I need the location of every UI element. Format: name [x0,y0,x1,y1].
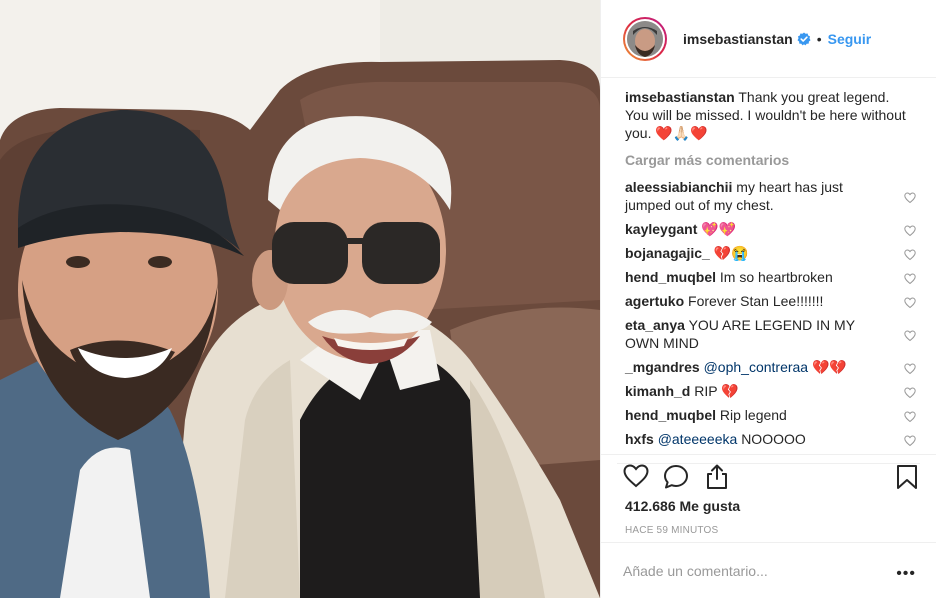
comment-username[interactable]: hend_muqbel [625,269,716,285]
comment-text: 💖💖 [701,221,737,237]
post-caption: imsebastianstan Thank you great legend. … [625,88,907,142]
comment-username[interactable]: kimanh_d [625,383,690,399]
comment-text: RIP 💔 [694,383,739,399]
comment-text: Im so heartbroken [719,269,833,285]
comment-body: hend_muqbel Rip legend [625,406,887,424]
comment-row: kayleygant 💖💖 [625,220,916,238]
load-more-comments-button[interactable]: Cargar más comentarios [625,152,916,168]
comment-body: hend_muqbel Im so heartbroken [625,268,887,286]
comment-body: _mgandres @oph_contreraa 💔💔 [625,358,887,376]
comment-username[interactable]: agertuko [625,293,684,309]
comment-like-heart-icon[interactable] [904,223,916,237]
avatar[interactable] [627,20,663,57]
comment-body: hxfs @ateeeeeka NOOOOO [625,430,887,448]
post-side-panel: imsebastianstan • Seguir imsebastianstan… [600,0,936,598]
comment-like-heart-icon[interactable] [904,271,916,285]
comment-body: aleessiabianchii my heart has just jumpe… [625,178,887,214]
comment-row: hxfs @ateeeeeka NOOOOO [625,430,916,448]
post-photo[interactable] [0,0,600,598]
comment-like-heart-icon[interactable] [904,295,916,309]
story-ring[interactable] [623,16,667,61]
comment-row: agertuko Forever Stan Lee!!!!!!! [625,292,916,310]
bookmark-icon[interactable] [896,464,918,493]
comment-like-heart-icon[interactable] [904,409,916,423]
avatar-image [627,20,663,57]
post-header: imsebastianstan • Seguir [601,0,936,78]
comment-row: _mgandres @oph_contreraa 💔💔 [625,358,916,376]
comment-like-heart-icon[interactable] [904,433,916,447]
instagram-post: imsebastianstan • Seguir imsebastianstan… [0,0,936,598]
comment-text: 💔😭 [713,245,749,261]
comment-like-heart-icon[interactable] [904,247,916,261]
heart-icon[interactable] [623,464,649,491]
add-comment-input[interactable] [623,562,883,579]
comment-row: aleessiabianchii my heart has just jumpe… [625,178,916,214]
more-options-button[interactable]: ••• [896,565,916,583]
comment-text: Rip legend [719,407,787,423]
comment-username[interactable]: bojanagajic_ [625,245,710,261]
comment-row: eta_anya YOU ARE LEGEND IN MY OWN MIND [625,316,916,352]
follow-button[interactable]: Seguir [828,31,872,47]
comment-like-heart-icon[interactable] [904,361,916,375]
caption-username[interactable]: imsebastianstan [625,89,735,105]
comment-text: Forever Stan Lee!!!!!!! [688,293,824,309]
comment-row: kimanh_d RIP 💔 [625,382,916,400]
likes-count[interactable]: 412.686 Me gusta [625,498,740,514]
comment-row: bojanagajic_ 💔😭 [625,244,916,262]
comment-body: agertuko Forever Stan Lee!!!!!!! [625,292,887,310]
comment-text: NOOOOO [741,431,806,447]
comment-rows: aleessiabianchii my heart has just jumpe… [625,178,916,448]
comment-icon[interactable] [663,464,689,493]
comment-body: bojanagajic_ 💔😭 [625,244,887,262]
comment-username[interactable]: _mgandres [625,359,700,375]
comment-like-heart-icon[interactable] [904,385,916,399]
header-username[interactable]: imsebastianstan [683,31,793,47]
comment-body: eta_anya YOU ARE LEGEND IN MY OWN MIND [625,316,887,352]
comments-list: imsebastianstan Thank you great legend. … [625,88,916,454]
share-icon[interactable] [705,464,729,493]
comment-username[interactable]: eta_anya [625,317,685,333]
action-bar [601,454,936,493]
photo-illustration [0,0,600,598]
comment-username[interactable]: hend_muqbel [625,407,716,423]
comment-mention-link[interactable]: @ateeeeeka [658,431,738,447]
comment-row: hend_muqbel Rip legend [625,406,916,424]
comment-like-heart-icon[interactable] [904,190,916,204]
add-comment-bar: ••• [601,542,936,598]
verified-badge-icon [797,32,811,46]
comment-username[interactable]: hxfs [625,431,654,447]
separator-dot: • [816,30,822,47]
comment-username[interactable]: kayleygant [625,221,697,237]
comment-body: kimanh_d RIP 💔 [625,382,887,400]
post-timestamp[interactable]: HACE 59 MINUTOS [625,525,718,536]
comment-mention-link[interactable]: @oph_contreraa [704,359,809,375]
comment-row: hend_muqbel Im so heartbroken [625,268,916,286]
comment-text: 💔💔 [812,359,847,375]
comment-like-heart-icon[interactable] [904,328,916,342]
comment-username[interactable]: aleessiabianchii [625,179,732,195]
comment-body: kayleygant 💖💖 [625,220,887,238]
